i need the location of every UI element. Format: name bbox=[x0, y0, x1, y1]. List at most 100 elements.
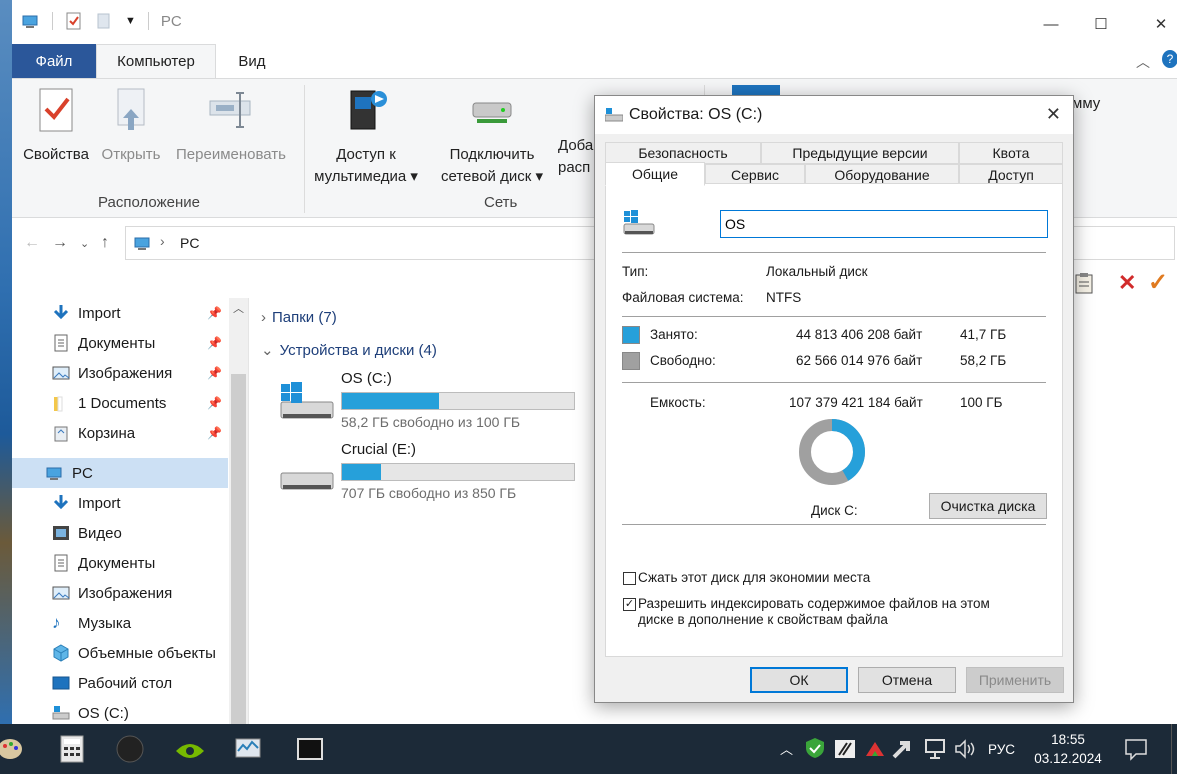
window-switcher-icon[interactable] bbox=[296, 735, 324, 763]
compress-label: Сжать этот диск для экономии места bbox=[638, 570, 871, 585]
help-icon[interactable]: ? bbox=[1162, 50, 1177, 68]
pin-icon[interactable]: 📌 bbox=[207, 426, 222, 440]
tab-general[interactable]: Общие bbox=[605, 162, 705, 186]
task-manager-icon[interactable] bbox=[234, 735, 262, 763]
volume-icon[interactable] bbox=[954, 738, 976, 760]
checkmark-icon[interactable]: ✓ bbox=[1148, 268, 1168, 297]
uninstall-programs-button-partial[interactable]: мму bbox=[1072, 93, 1100, 115]
divider bbox=[622, 316, 1046, 317]
nav-item-1-documents[interactable]: 1 Documents 📌 bbox=[12, 388, 228, 418]
nav-item-pictures-2[interactable]: Изображения bbox=[12, 578, 228, 608]
afterburner-icon[interactable] bbox=[834, 738, 856, 760]
tab-quota[interactable]: Квота bbox=[959, 142, 1063, 164]
type-value: Локальный диск bbox=[766, 264, 868, 279]
disk-cleanup-button[interactable]: Очистка диска bbox=[929, 493, 1047, 519]
amd-icon[interactable] bbox=[864, 738, 886, 760]
up-arrow-icon[interactable]: ↑ bbox=[101, 234, 109, 252]
tab-security[interactable]: Безопасность bbox=[605, 142, 761, 164]
notifications-icon[interactable] bbox=[1124, 737, 1148, 761]
pc-icon[interactable] bbox=[22, 12, 40, 30]
index-checkbox[interactable]: ✓ bbox=[623, 598, 636, 611]
chevron-down-icon[interactable]: ⌄ bbox=[80, 237, 89, 250]
tab-view[interactable]: Вид bbox=[222, 44, 282, 78]
chevron-up-icon[interactable]: ︿ bbox=[233, 300, 244, 316]
delete-icon[interactable]: ✕ bbox=[1118, 270, 1136, 296]
drive-crucial-e[interactable]: Crucial (E:) 707 ГБ свободно из 850 ГБ bbox=[279, 441, 579, 505]
nav-item-documents-2[interactable]: Документы bbox=[12, 548, 228, 578]
windows-drive-icon bbox=[622, 210, 656, 243]
group-label-location: Расположение bbox=[98, 194, 200, 211]
drive-os-c[interactable]: OS (C:) 58,2 ГБ свободно из 100 ГБ bbox=[279, 370, 579, 434]
drive-icon bbox=[604, 108, 624, 125]
chevron-down-icon[interactable]: ▼ bbox=[125, 15, 136, 27]
tab-previous-versions[interactable]: Предыдущие версии bbox=[761, 142, 959, 164]
documents-icon bbox=[52, 334, 70, 352]
back-arrow-icon[interactable]: ← bbox=[24, 234, 40, 252]
clock[interactable]: 18:55 03.12.2024 bbox=[1030, 730, 1106, 768]
nav-item-desktop[interactable]: Рабочий стол bbox=[12, 668, 228, 698]
properties-dialog: Свойства: OS (C:) ✕ Безопасность Предыду… bbox=[594, 95, 1074, 703]
type-label: Тип: bbox=[622, 264, 649, 279]
pin-icon[interactable]: 📌 bbox=[207, 306, 222, 320]
pin-icon[interactable]: 📌 bbox=[207, 366, 222, 380]
obs-icon[interactable] bbox=[116, 735, 144, 763]
apply-button[interactable]: Применить bbox=[966, 667, 1064, 693]
desktop-icon bbox=[52, 674, 70, 692]
calculator-icon[interactable] bbox=[58, 735, 86, 763]
minimize-button[interactable]: — bbox=[1028, 10, 1074, 38]
forward-arrow-icon[interactable]: → bbox=[52, 234, 68, 252]
paint-palette-icon[interactable] bbox=[0, 735, 24, 763]
new-folder-icon[interactable] bbox=[95, 12, 113, 30]
desktop-background bbox=[0, 0, 12, 724]
cancel-button[interactable]: Отмена bbox=[858, 667, 956, 693]
capacity-bytes: 107 379 421 184 байт bbox=[789, 395, 923, 410]
drive-label-input[interactable] bbox=[720, 210, 1048, 238]
clock-time: 18:55 bbox=[1051, 732, 1085, 747]
network-icon[interactable] bbox=[924, 738, 948, 760]
nav-item-music[interactable]: ♪ Музыка bbox=[12, 608, 228, 638]
remote-arrow-icon[interactable] bbox=[892, 737, 914, 759]
chevron-right-icon: › bbox=[261, 309, 266, 326]
nvidia-icon[interactable] bbox=[174, 735, 204, 763]
used-space-swatch bbox=[622, 326, 640, 344]
security-shield-icon[interactable] bbox=[804, 737, 826, 759]
open-button[interactable]: Открыть bbox=[96, 87, 166, 166]
nav-item-pictures[interactable]: Изображения 📌 bbox=[12, 358, 228, 388]
compress-checkbox[interactable] bbox=[623, 572, 636, 585]
window-title: PC bbox=[160, 12, 182, 30]
nav-item-pc[interactable]: PC bbox=[12, 458, 228, 488]
nav-item-documents[interactable]: Документы 📌 bbox=[12, 328, 228, 358]
tab-computer[interactable]: Компьютер bbox=[96, 44, 216, 78]
clipboard-icon[interactable] bbox=[1074, 272, 1094, 297]
drive-usage-bar bbox=[341, 392, 575, 410]
pin-icon[interactable]: 📌 bbox=[207, 396, 222, 410]
properties-icon[interactable] bbox=[65, 12, 83, 30]
map-network-drive-button[interactable]: Подключить сетевой диск ▾ bbox=[430, 93, 554, 188]
add-network-location-button[interactable]: Доба расп bbox=[558, 135, 598, 179]
devices-section-header[interactable]: ⌄ Устройства и диски (4) bbox=[261, 341, 437, 359]
chevron-up-icon[interactable]: ︿ bbox=[1136, 52, 1150, 72]
nav-item-videos[interactable]: Видео bbox=[12, 518, 228, 548]
media-access-button[interactable]: Доступ к мультимедиа ▾ bbox=[306, 85, 426, 188]
chevron-up-icon[interactable]: ︿ bbox=[780, 739, 793, 758]
folders-section-header[interactable]: › Папки (7) bbox=[261, 309, 337, 326]
scroll-thumb[interactable] bbox=[231, 374, 246, 724]
rename-button[interactable]: Переименовать bbox=[166, 87, 296, 166]
general-tab-panel: Тип: Локальный диск Файловая система: NT… bbox=[605, 183, 1063, 657]
nav-item-3d-objects[interactable]: Объемные объекты bbox=[12, 638, 228, 668]
properties-button[interactable]: Свойства bbox=[18, 87, 94, 166]
nav-scrollbar[interactable]: ︿ bbox=[229, 298, 248, 724]
language-indicator[interactable]: РУС bbox=[988, 724, 1015, 774]
close-button[interactable]: ✕ bbox=[1138, 10, 1177, 38]
pin-icon[interactable]: 📌 bbox=[207, 336, 222, 350]
nav-item-import[interactable]: Import 📌 bbox=[12, 298, 228, 328]
used-label: Занято: bbox=[650, 327, 698, 342]
ok-button[interactable]: ОК bbox=[750, 667, 848, 693]
folder-icon bbox=[52, 394, 70, 412]
dialog-close-button[interactable]: ✕ bbox=[1046, 104, 1061, 125]
nav-item-recycle-bin[interactable]: Корзина 📌 bbox=[12, 418, 228, 448]
tab-file[interactable]: Файл bbox=[12, 44, 96, 78]
show-desktop-button[interactable] bbox=[1171, 724, 1172, 774]
nav-item-import-2[interactable]: Import bbox=[12, 488, 228, 518]
maximize-button[interactable]: ☐ bbox=[1078, 10, 1124, 38]
